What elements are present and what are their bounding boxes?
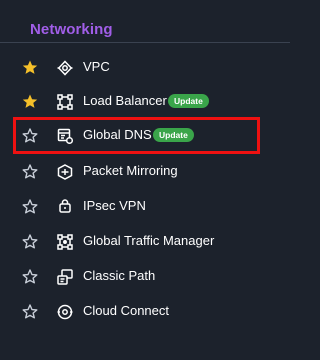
menu-item-label: Classic Path [83, 268, 156, 283]
cloud-connect-icon [56, 303, 74, 321]
section-title: Networking [30, 21, 113, 38]
classic-path-icon [56, 268, 74, 286]
menu-item-global-traffic-manager[interactable]: Global Traffic Manager [0, 224, 290, 259]
global-traffic-manager-icon [56, 233, 74, 251]
menu-item-load-balancer[interactable]: Load Balancer Update [0, 84, 290, 119]
menu-item-vpc[interactable]: VPC [0, 50, 290, 85]
favorite-star-icon[interactable] [21, 233, 39, 251]
favorite-star-icon[interactable] [21, 59, 39, 77]
menu-item-packet-mirroring[interactable]: Packet Mirroring [0, 154, 290, 189]
menu-item-label: Global Traffic Manager [83, 233, 215, 248]
packet-mirroring-icon [56, 163, 74, 181]
menu-item-cloud-connect[interactable]: Cloud Connect [0, 294, 290, 329]
menu-header: Networking [0, 0, 290, 43]
favorite-star-icon[interactable] [21, 163, 39, 181]
favorite-star-icon[interactable] [21, 268, 39, 286]
menu-item-label: Load Balancer [83, 93, 167, 108]
menu-item-label: VPC [83, 59, 110, 74]
ipsec-vpn-icon [56, 198, 74, 216]
networking-menu: Networking VPC Load Balancer Update Glob… [0, 0, 290, 360]
vpc-icon [56, 59, 74, 77]
update-badge: Update [168, 94, 209, 108]
selection-highlight [13, 117, 260, 154]
menu-item-classic-path[interactable]: Classic Path [0, 259, 290, 294]
favorite-star-icon[interactable] [21, 93, 39, 111]
favorite-star-icon[interactable] [21, 303, 39, 321]
menu-item-ipsec-vpn[interactable]: IPsec VPN [0, 189, 290, 224]
menu-item-label: Cloud Connect [83, 303, 169, 318]
favorite-star-icon[interactable] [21, 198, 39, 216]
menu-item-label: Packet Mirroring [83, 163, 178, 178]
menu-item-label: IPsec VPN [83, 198, 146, 213]
load-balancer-icon [56, 93, 74, 111]
